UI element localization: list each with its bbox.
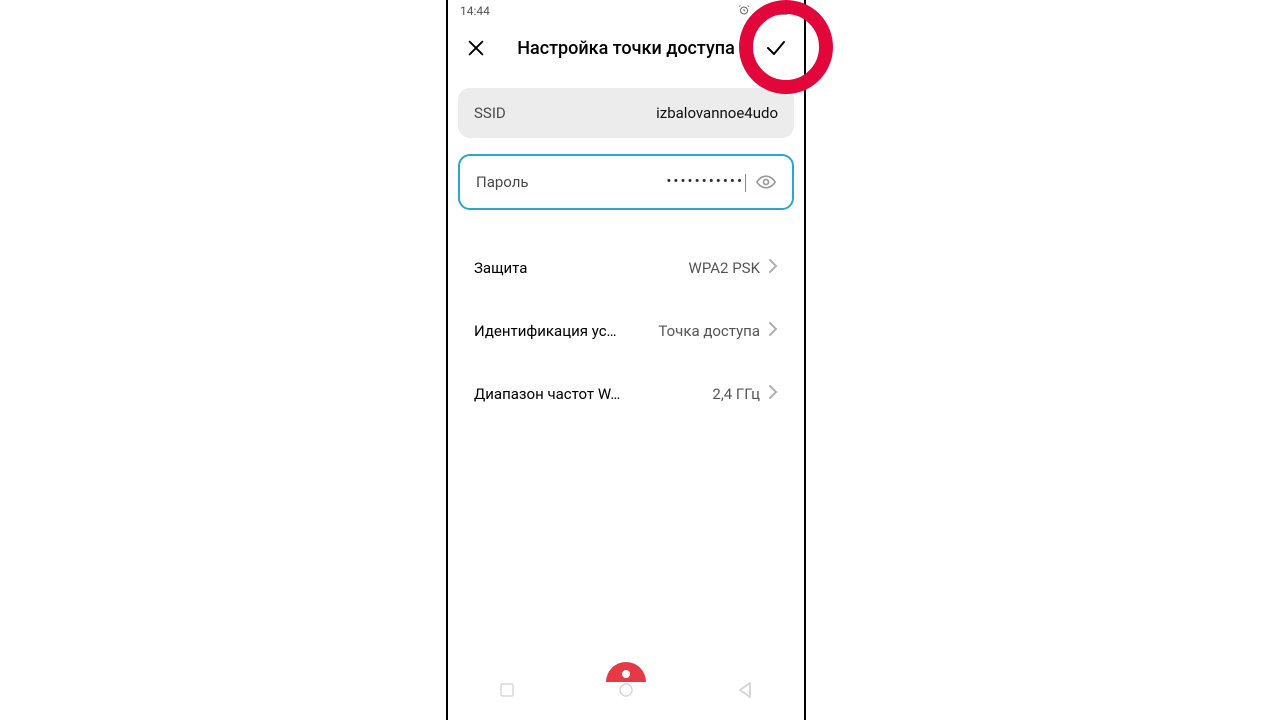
confirm-button[interactable] [762,34,790,62]
status-bar: 14:44 [448,0,804,20]
password-value: ••••••••••• [666,172,746,191]
navigation-bar [448,660,804,720]
chevron-right-icon [768,321,778,340]
chevron-right-icon [768,258,778,277]
text-cursor [745,174,746,192]
signal-icon [754,4,766,19]
device-id-value: Точка доступа [658,322,760,340]
ssid-field[interactable]: SSID izbalovannoe4udo [458,88,794,138]
band-label: Диапазон частот W… [474,385,620,403]
nav-recent-button[interactable] [493,676,521,704]
chevron-right-icon [768,384,778,403]
password-field[interactable]: Пароль ••••••••••• [458,154,794,210]
band-value: 2,4 ГГц [712,385,760,403]
row-frequency-band[interactable]: Диапазон частот W… 2,4 ГГц [458,362,794,425]
ssid-label: SSID [474,104,506,122]
header: Настройка точки доступа [448,20,804,76]
close-button[interactable] [462,34,490,62]
nav-back-button[interactable] [731,676,759,704]
security-value: WPA2 PSK [689,259,760,277]
content-area: SSID izbalovannoe4udo Пароль •••••••••••… [448,76,804,437]
password-label: Пароль [476,173,529,191]
toggle-password-visibility-icon[interactable] [756,172,776,192]
row-security[interactable]: Защита WPA2 PSK [458,236,794,299]
battery-icon [770,4,792,19]
device-id-label: Идентификация ус… [474,322,617,340]
status-icons [738,4,792,19]
row-device-identification[interactable]: Идентификация ус… Точка доступа [458,299,794,362]
alarm-icon [738,4,750,19]
security-label: Защита [474,259,527,277]
page-title: Настройка точки доступа [502,38,750,59]
status-time: 14:44 [460,4,490,18]
ssid-value: izbalovannoe4udo [656,104,778,122]
phone-frame: 14:44 Настройка точки доступа SSID izbal… [446,0,806,720]
nav-home-button[interactable] [612,676,640,704]
